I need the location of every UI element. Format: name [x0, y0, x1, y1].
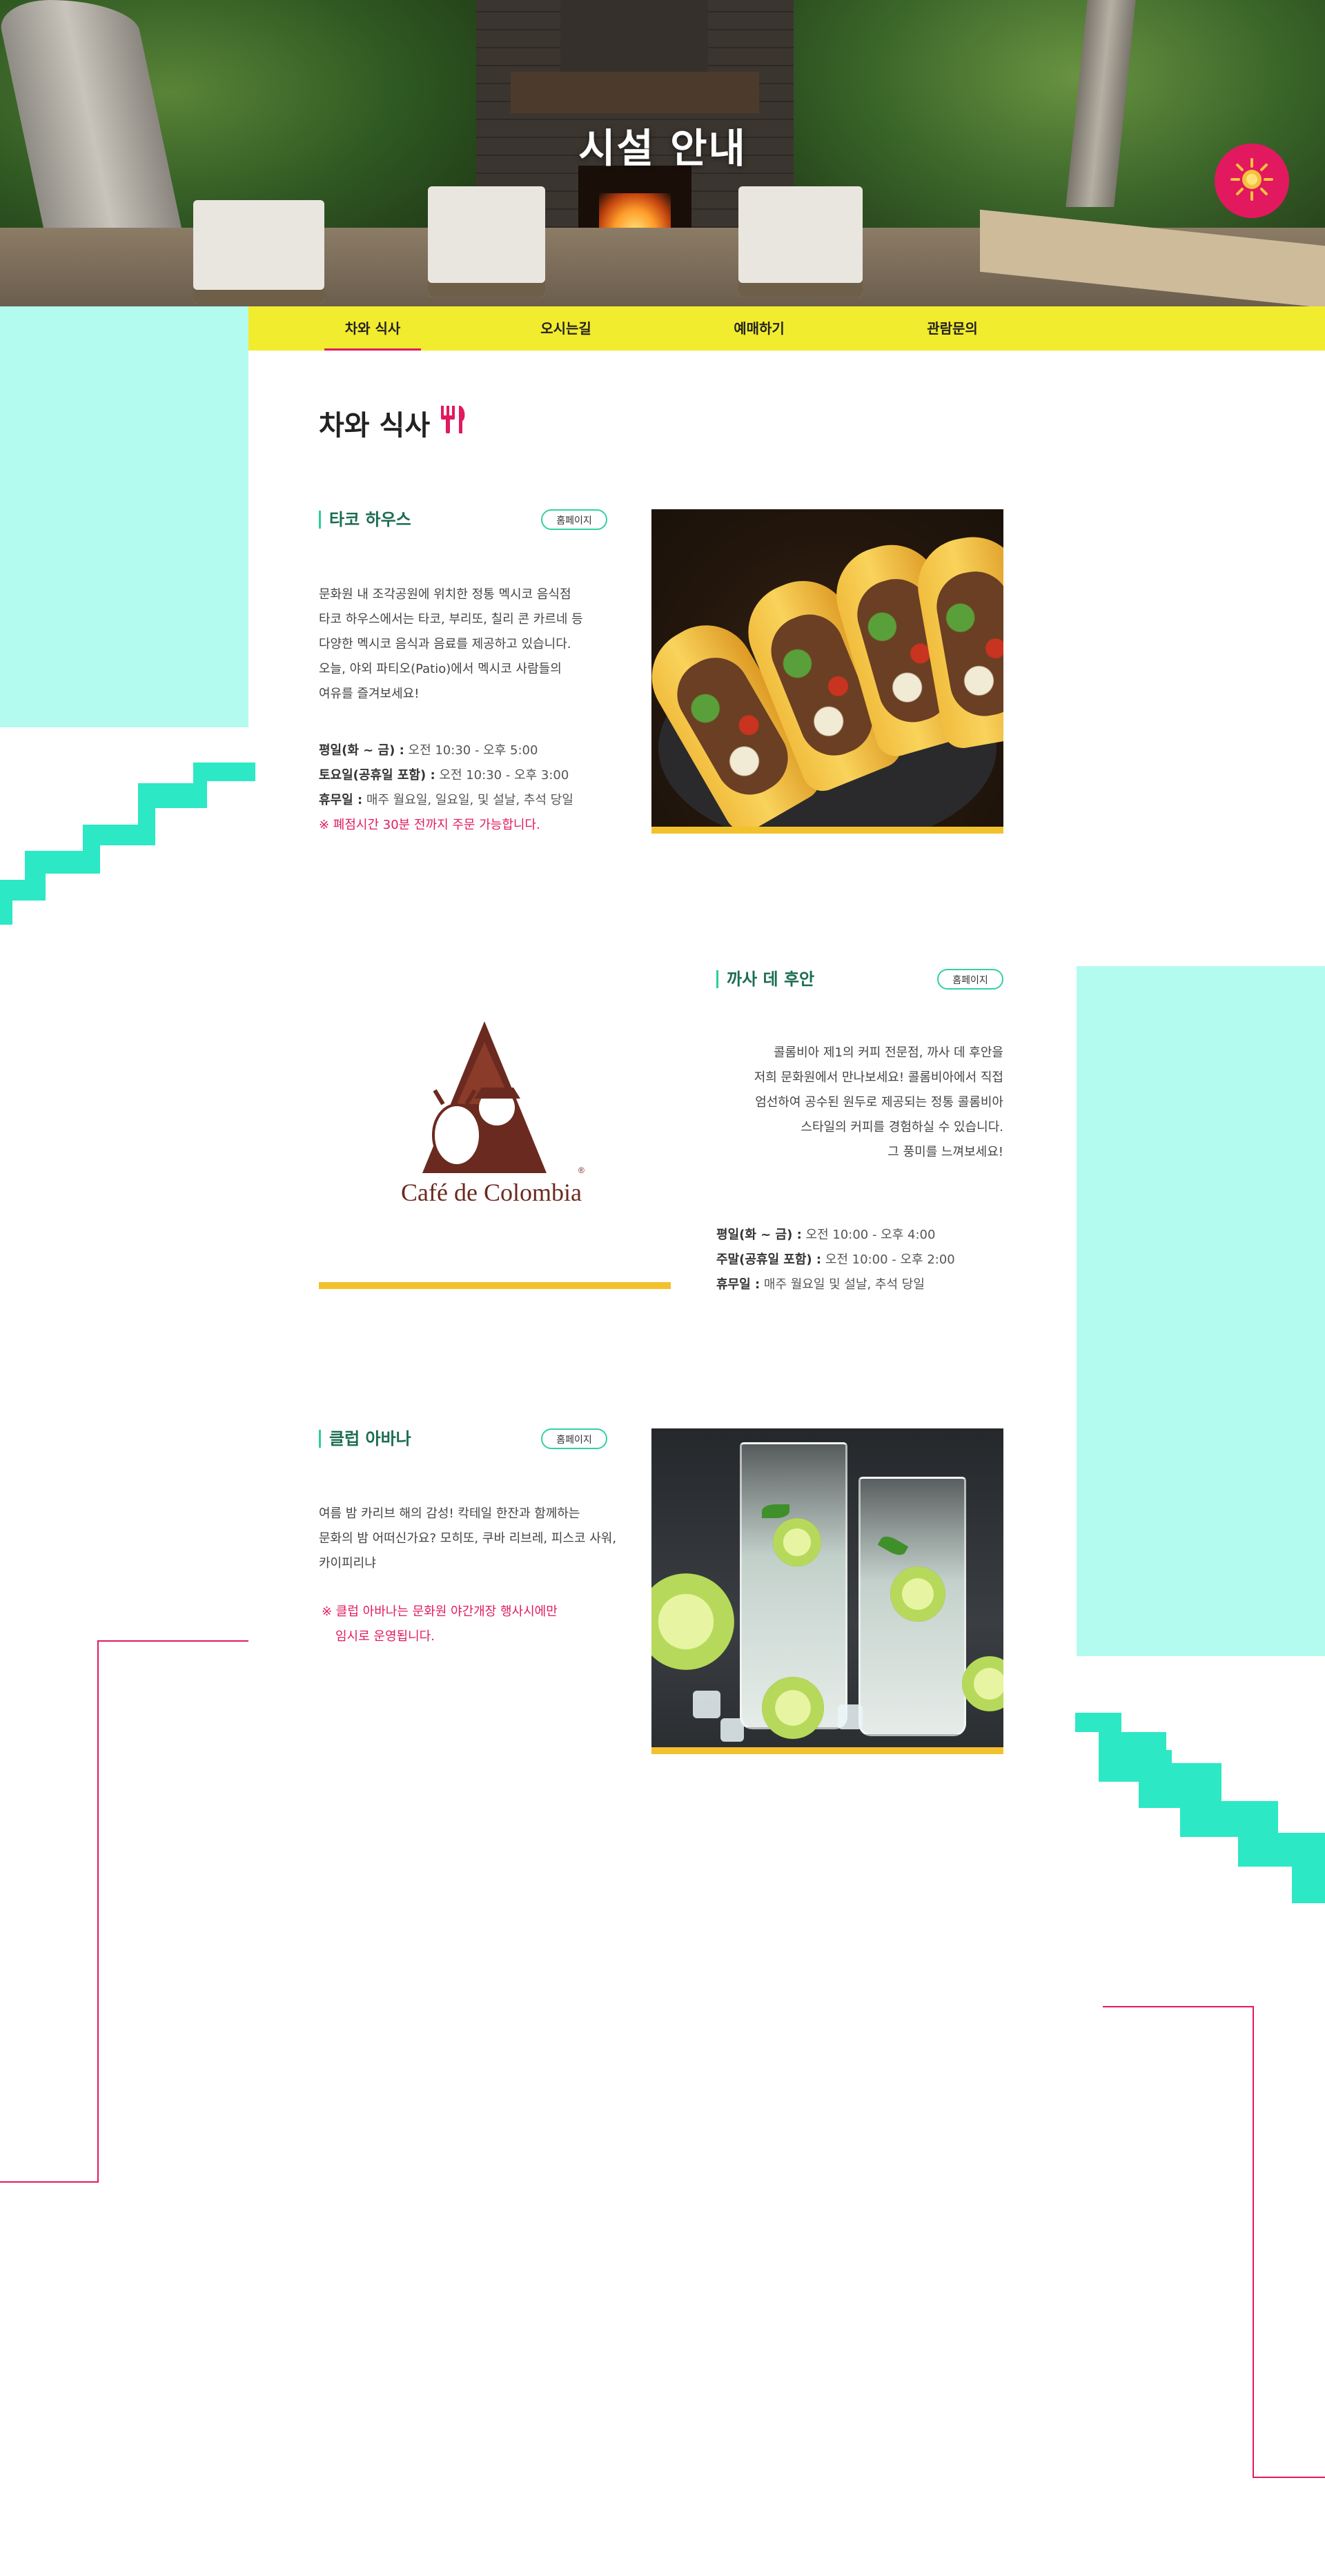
desc-line: 그 풍미를 느껴보세요! [887, 1145, 1003, 1159]
stairs-right [1075, 1713, 1325, 1903]
cocktail-photo-accent-bar [651, 1747, 1003, 1754]
hero-mantel [511, 72, 759, 113]
club-havana-homepage-button[interactable]: 홈페이지 [541, 1428, 607, 1449]
desc-line: 카이피리냐 [319, 1556, 376, 1571]
taco-house-hours: 평일(화 ~ 금) : 오전 10:30 - 오후 5:00 토요일(공휴일 포… [319, 738, 573, 838]
desc-line: 엄선하여 공수된 원두로 제공되는 정통 콜롬비아 [755, 1095, 1003, 1110]
hours-row: 평일(화 ~ 금) : 오전 10:30 - 오후 5:00 [319, 743, 538, 758]
hero-chair [193, 200, 324, 304]
hours-row: 토요일(공휴일 포함) : 오전 10:30 - 오후 3:00 [319, 768, 569, 783]
hero-banner: 시설 안내 [0, 0, 1325, 306]
cocktail-photo [651, 1428, 1003, 1750]
section-title-casa-de-juan: 까사 데 후안 [716, 970, 814, 988]
tab-directions[interactable]: 오시는길 [497, 306, 635, 351]
note-line: ※ 클럽 아바나는 문화원 야간개장 행사시에만 [322, 1604, 558, 1619]
hero-chair [428, 186, 545, 297]
club-havana-note: ※ 클럽 아바나는 문화원 야간개장 행사시에만 임시로 운영됩니다. [322, 1600, 558, 1649]
desc-line: 스타일의 커피를 경험하실 수 있습니다. [801, 1120, 1003, 1134]
taco-house-note: ※ 폐점시간 30분 전까지 주문 가능합니다. [319, 818, 540, 832]
section-tab-bar: 차와 식사 오시는길 예매하기 관람문의 [248, 306, 1325, 351]
page-title: 차와 식사 [319, 403, 467, 443]
sun-icon [1228, 155, 1276, 206]
desc-line: 여유를 즐겨보세요! [319, 687, 420, 701]
section-title-club-havana: 클럽 아바나 [319, 1430, 411, 1448]
cafe-de-colombia-logo: Café de Colombia ® [319, 966, 671, 1284]
logo-text: Café de Colombia [401, 1179, 582, 1206]
stairs-left [0, 763, 255, 925]
desc-line: 여름 밤 카리브 해의 감성! 칵테일 한잔과 함께하는 [319, 1506, 580, 1521]
mint-panel-right [1077, 966, 1325, 1656]
hero-chimney [560, 0, 708, 76]
desc-line: 콜롬비아 제1의 커피 전문점, 까사 데 후안을 [773, 1045, 1003, 1060]
desc-line: 다양한 멕시코 음식과 음료를 제공하고 있습니다. [319, 637, 571, 651]
tab-tea-meal[interactable]: 차와 식사 [304, 306, 442, 351]
casa-de-juan-description: 콜롬비아 제1의 커피 전문점, 까사 데 후안을 저희 문화원에서 만나보세요… [716, 1041, 1003, 1165]
club-havana-description: 여름 밤 카리브 해의 감성! 칵테일 한잔과 함께하는 문화의 밤 어떠신가요… [319, 1502, 616, 1576]
svg-text:®: ® [578, 1166, 585, 1175]
taco-house-description: 문화원 내 조각공원에 위치한 정통 멕시코 음식점 타코 하우스에서는 타코,… [319, 582, 583, 707]
desc-line: 오늘, 야외 파티오(Patio)에서 멕시코 사람들의 [319, 662, 562, 676]
hero-chair [738, 186, 863, 297]
logo-accent-bar [319, 1282, 671, 1289]
note-line: 임시로 운영됩니다. [335, 1629, 435, 1644]
page-hero-title: 시설 안내 [578, 125, 747, 172]
page-title-text: 차와 식사 [319, 410, 431, 442]
desc-line: 문화원 내 조각공원에 위치한 정통 멕시코 음식점 [319, 587, 571, 602]
desc-line: 문화의 밤 어떠신가요? 모히또, 쿠바 리브레, 피스코 사워, [319, 1531, 617, 1546]
taco-house-homepage-button[interactable]: 홈페이지 [541, 509, 607, 530]
mint-panel-left [0, 306, 248, 727]
pink-frame-right [1103, 2006, 1325, 2478]
taco-photo [651, 509, 1003, 829]
hours-row: 평일(화 ~ 금) : 오전 10:00 - 오후 4:00 [716, 1228, 936, 1242]
casa-de-juan-hours: 평일(화 ~ 금) : 오전 10:00 - 오후 4:00 주말(공휴일 포함… [716, 1223, 955, 1297]
pink-frame-left [0, 1640, 248, 2183]
hours-row: 휴무일 : 매주 월요일, 일요일, 및 설날, 추석 당일 [319, 793, 573, 807]
tab-inquiry[interactable]: 관람문의 [883, 306, 1021, 351]
hours-row: 휴무일 : 매주 월요일 및 설날, 추석 당일 [716, 1277, 925, 1292]
hours-row: 주말(공휴일 포함) : 오전 10:00 - 오후 2:00 [716, 1252, 955, 1267]
fork-knife-icon [440, 404, 467, 442]
casa-de-juan-homepage-button[interactable]: 홈페이지 [937, 969, 1003, 990]
taco-photo-accent-bar [651, 827, 1003, 834]
section-title-taco-house: 타코 하우스 [319, 511, 411, 529]
desc-line: 저희 문화원에서 만나보세요! 콜롬비아에서 직접 [754, 1070, 1003, 1085]
sun-button[interactable] [1215, 144, 1289, 218]
desc-line: 타코 하우스에서는 타코, 부리또, 칠리 콘 카르네 등 [319, 612, 583, 627]
tab-booking[interactable]: 예매하기 [690, 306, 828, 351]
